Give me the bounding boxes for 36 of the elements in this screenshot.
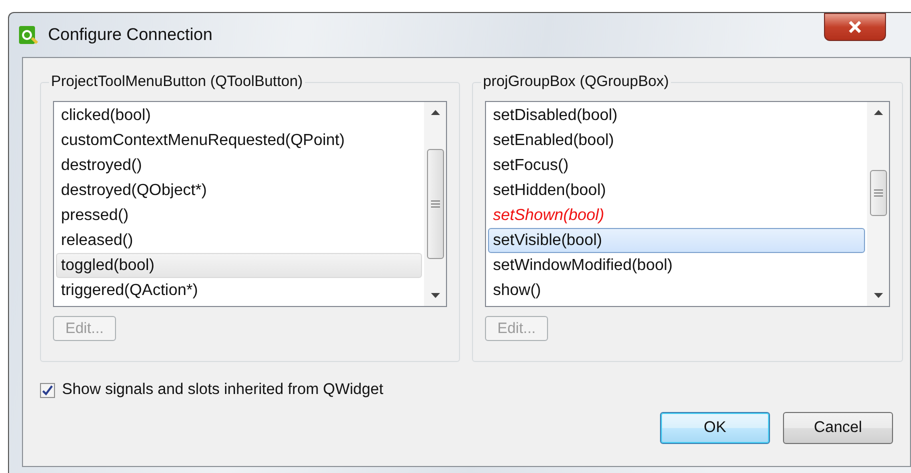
- group-title: ProjectToolMenuButton (QToolButton): [49, 73, 305, 90]
- grip-icon: [430, 200, 440, 208]
- checkbox[interactable]: [40, 382, 55, 398]
- close-icon: [848, 21, 862, 33]
- list-item[interactable]: setVisible(bool): [488, 228, 865, 253]
- list-item[interactable]: setEnabled(bool): [488, 128, 865, 153]
- scroll-down-icon[interactable]: [430, 293, 440, 298]
- close-button[interactable]: [824, 13, 886, 41]
- app-icon: [18, 25, 38, 45]
- list-item[interactable]: toggled(bool): [56, 253, 422, 278]
- list-item[interactable]: destroyed(QObject*): [56, 178, 422, 203]
- list-item[interactable]: customContextMenuRequested(QPoint): [56, 128, 422, 153]
- list-item[interactable]: setWindowModified(bool): [488, 253, 865, 278]
- list-item[interactable]: setFocus(): [488, 153, 865, 178]
- scroll-down-icon[interactable]: [874, 293, 882, 298]
- list-item[interactable]: show(): [488, 278, 865, 303]
- list-item[interactable]: destroyed(): [56, 153, 422, 178]
- list-item[interactable]: pressed(): [56, 203, 422, 228]
- ok-button[interactable]: OK: [660, 412, 770, 444]
- scroll-thumb[interactable]: [870, 170, 886, 216]
- list-item[interactable]: setShown(bool): [488, 203, 865, 228]
- scroll-thumb[interactable]: [426, 149, 444, 259]
- list-item[interactable]: clicked(bool): [56, 103, 422, 128]
- list-item[interactable]: released(): [56, 228, 422, 253]
- scroll-up-icon[interactable]: [874, 110, 882, 115]
- cancel-button[interactable]: Cancel: [783, 412, 893, 444]
- list-item[interactable]: setDisabled(bool): [488, 103, 865, 128]
- scrollbar[interactable]: [424, 102, 446, 306]
- group-title: projGroupBox (QGroupBox): [481, 73, 671, 90]
- scrollbar[interactable]: [867, 102, 889, 306]
- scroll-up-icon[interactable]: [430, 110, 440, 115]
- checkbox-label: Show signals and slots inherited from QWidget: [62, 381, 384, 399]
- grip-icon: [874, 189, 882, 197]
- window-title: Configure Connection: [48, 25, 212, 45]
- list-item[interactable]: setHidden(bool): [488, 178, 865, 203]
- list-item[interactable]: triggered(QAction*): [56, 278, 422, 303]
